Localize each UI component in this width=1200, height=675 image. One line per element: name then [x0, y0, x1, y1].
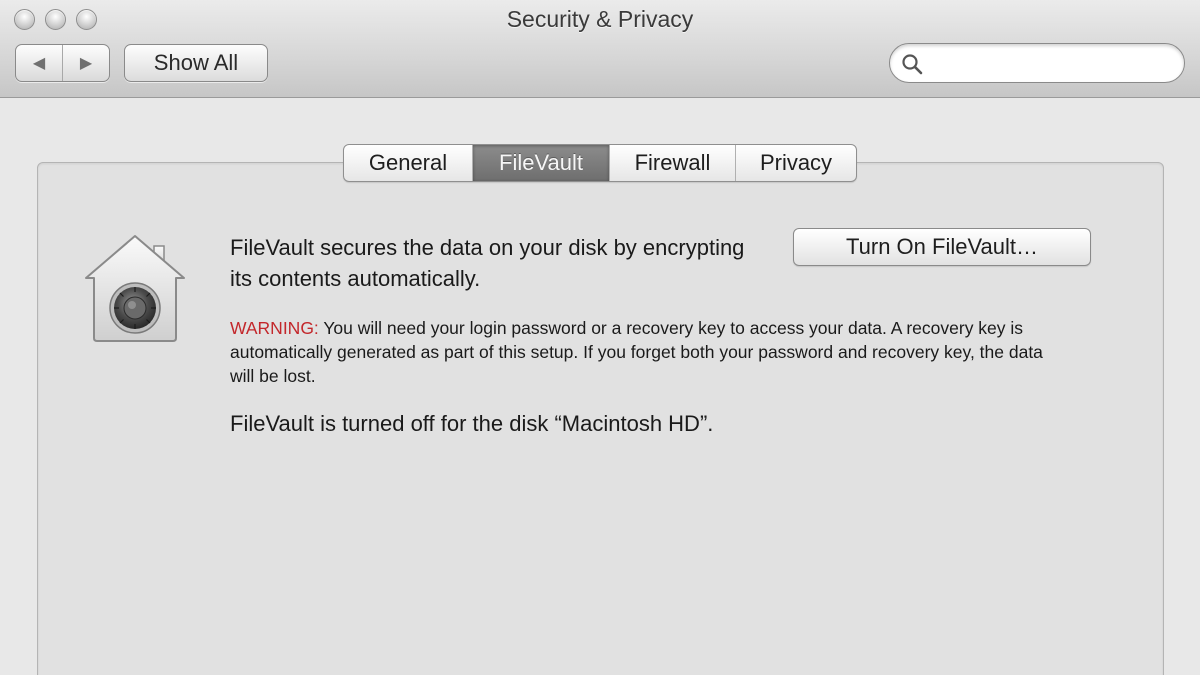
show-all-button[interactable]: Show All	[124, 44, 268, 82]
filevault-house-vault-icon	[85, 235, 185, 342]
tab-general[interactable]: General	[344, 145, 473, 181]
tab-filevault[interactable]: FileVault	[473, 145, 610, 181]
search-field[interactable]	[889, 43, 1185, 83]
back-button[interactable]: ◀	[16, 45, 63, 81]
tab-firewall[interactable]: Firewall	[610, 145, 736, 181]
filevault-status: FileVault is turned off for the disk “Ma…	[230, 411, 714, 436]
back-arrow-icon: ◀	[32, 55, 46, 72]
filevault-description: FileVault secures the data on your disk …	[230, 235, 745, 291]
search-input[interactable]	[928, 50, 1168, 76]
back-forward-control: ◀ ▶	[15, 44, 110, 82]
forward-arrow-icon: ▶	[79, 55, 93, 72]
warning-label: WARNING:	[230, 318, 319, 338]
tab-bar: General FileVault Firewall Privacy	[343, 144, 857, 182]
warning-text: You will need your login password or a r…	[230, 318, 1043, 386]
forward-button[interactable]: ▶	[63, 45, 109, 81]
search-icon	[902, 54, 923, 75]
window-toolbar: Security & Privacy ◀ ▶ Show All	[0, 0, 1200, 98]
window-title: Security & Privacy	[506, 6, 694, 32]
warning-message: WARNING: You will need your login passwo…	[230, 316, 1050, 388]
tab-privacy[interactable]: Privacy	[736, 145, 856, 181]
turn-on-filevault-button[interactable]: Turn On FileVault…	[793, 228, 1091, 266]
